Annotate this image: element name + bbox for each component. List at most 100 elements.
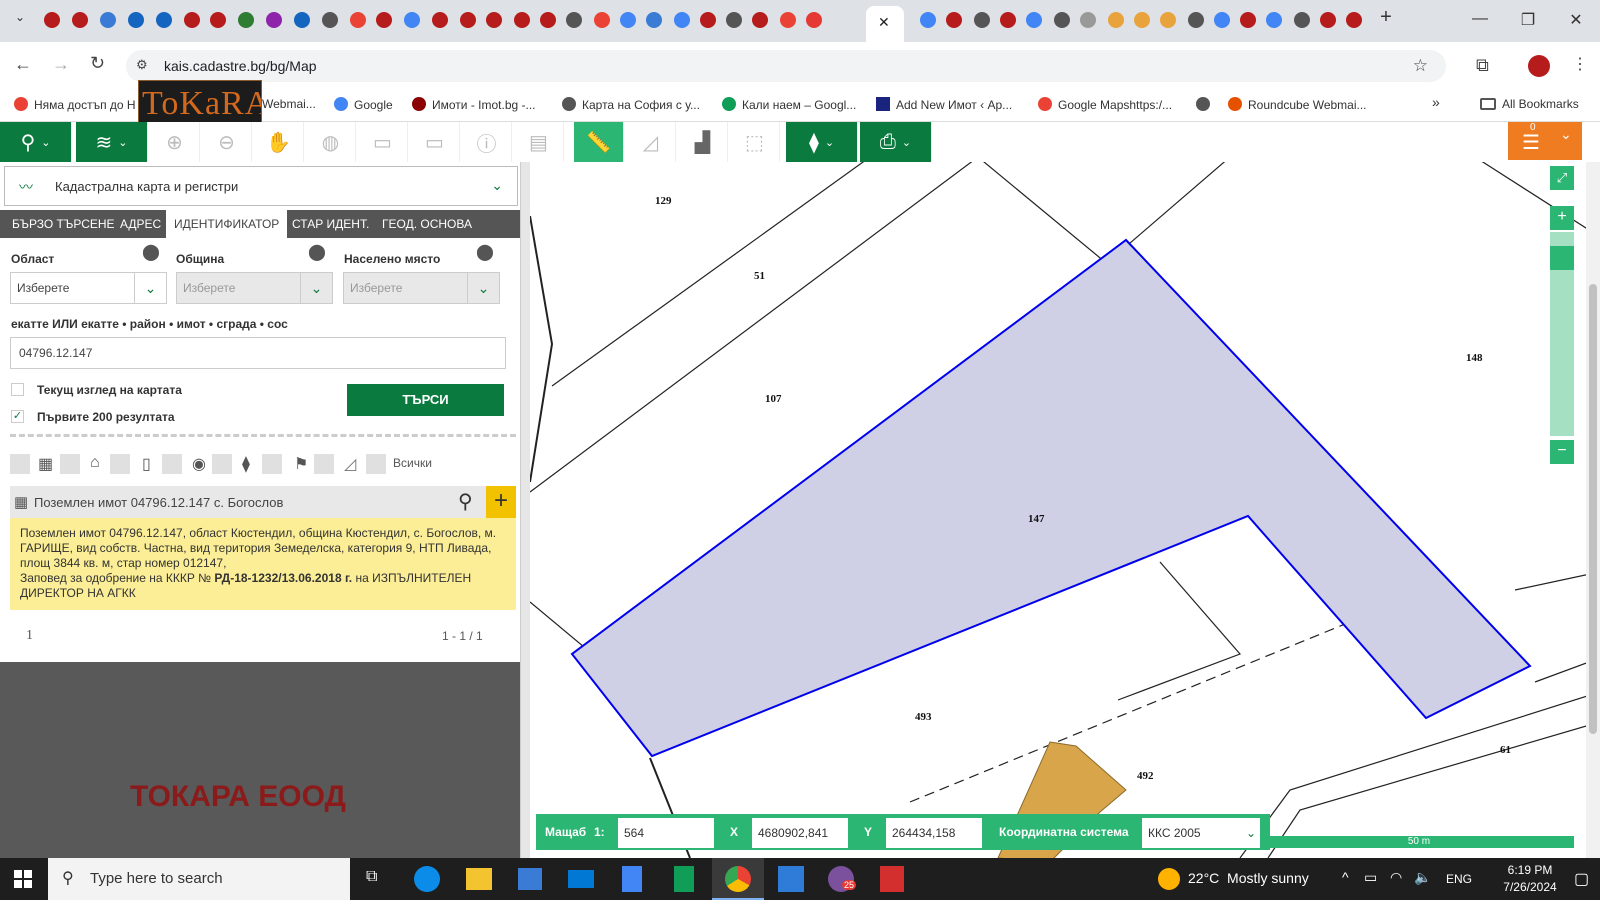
- tab-favicon-icon[interactable]: [946, 12, 962, 28]
- area-measure-icon[interactable]: ◿: [626, 122, 676, 162]
- bookmark-item[interactable]: Google Mapshttps:/...: [1038, 97, 1172, 112]
- tray-chevron-icon[interactable]: ^: [1342, 869, 1349, 885]
- cadastral-map[interactable]: 129 51 107 148 147 493 492 61 53 ⤢ + −: [530, 162, 1600, 858]
- back-icon[interactable]: ←: [14, 54, 32, 75]
- print-button[interactable]: ⎙ ⌄: [860, 122, 932, 162]
- fullscreen-icon[interactable]: ⤢: [1550, 166, 1574, 190]
- layers-tool-button[interactable]: ≋ ⌄: [76, 122, 148, 162]
- zoom-out-button[interactable]: −: [1550, 440, 1574, 464]
- forward-icon[interactable]: →: [52, 54, 70, 75]
- tab-favicon-icon[interactable]: [1000, 12, 1016, 28]
- zoom-out-icon[interactable]: ⊖: [202, 122, 252, 162]
- info-icon[interactable]: ⓘ: [462, 122, 512, 162]
- language-indicator[interactable]: ENG: [1446, 872, 1472, 886]
- bookmark-item[interactable]: Кали наем – Googl...: [722, 97, 856, 112]
- tab-favicon-icon[interactable]: [514, 12, 530, 28]
- map-canvas[interactable]: 129 51 107 148 147 493 492 61 53: [530, 162, 1600, 858]
- municipality-select[interactable]: Изберете ⌄: [176, 272, 333, 304]
- file-explorer-icon[interactable]: [466, 868, 492, 890]
- address-bar[interactable]: ⚙ ☆: [126, 50, 1446, 82]
- tab-favicon-icon[interactable]: [1160, 12, 1176, 28]
- filter-checkbox[interactable]: [366, 454, 386, 474]
- tab-favicon-icon[interactable]: [674, 12, 690, 28]
- zoom-in-icon[interactable]: ⊕: [150, 122, 200, 162]
- tab-favicon-icon[interactable]: [594, 12, 610, 28]
- all-bookmarks[interactable]: All Bookmarks: [1480, 97, 1579, 111]
- photos-icon[interactable]: [778, 866, 804, 892]
- filter-checkbox[interactable]: [10, 454, 30, 474]
- bookmark-item[interactable]: Имоти - Imot.bg -...: [412, 97, 536, 112]
- clock-time[interactable]: 6:19 PM: [1500, 863, 1560, 877]
- tab-favicon-icon[interactable]: [540, 12, 556, 28]
- bookmark-star-icon[interactable]: ☆: [1413, 56, 1428, 76]
- tab-favicon-icon[interactable]: [404, 12, 420, 28]
- clock-date[interactable]: 7/26/2024: [1490, 880, 1570, 894]
- panel-splitter[interactable]: [520, 162, 530, 858]
- legend-icon[interactable]: ▤: [514, 122, 564, 162]
- tab-favicon-icon[interactable]: [1214, 12, 1230, 28]
- viber-icon[interactable]: 25: [828, 866, 857, 892]
- tab-favicon-icon[interactable]: [700, 12, 716, 28]
- tab-search-icon[interactable]: ⌄: [10, 10, 30, 24]
- site-info-icon[interactable]: ⚙: [136, 57, 148, 73]
- tab-favicon-icon[interactable]: [1294, 12, 1310, 28]
- tab-favicon-icon[interactable]: [486, 12, 502, 28]
- zoom-slider-handle[interactable]: [1550, 246, 1574, 270]
- word-docs-icon[interactable]: [622, 866, 642, 892]
- bookmark-item[interactable]: Webmai...: [262, 97, 316, 111]
- tab-favicon-icon[interactable]: [1240, 12, 1256, 28]
- store-icon[interactable]: [518, 868, 542, 890]
- browser-menu-icon[interactable]: ⋮: [1572, 54, 1588, 74]
- zoom-in-button[interactable]: +: [1550, 206, 1574, 230]
- search-button[interactable]: ТЪРСИ: [347, 384, 504, 416]
- tab-favicon-icon[interactable]: [1108, 12, 1124, 28]
- bookmark-item[interactable]: Add New Имот ‹ Ар...: [876, 97, 1012, 112]
- bookmark-item[interactable]: Google: [334, 97, 393, 112]
- next-extent-icon[interactable]: ▭: [410, 122, 460, 162]
- panel-header[interactable]: 〰 Кадастрална карта и регистри ⌄: [4, 166, 518, 206]
- select-rectangle-icon[interactable]: ⬚: [730, 122, 780, 162]
- volume-icon[interactable]: 🔈: [1414, 869, 1431, 886]
- location-pin-icon[interactable]: ⬤: [142, 242, 160, 262]
- filter-checkbox[interactable]: [110, 454, 130, 474]
- minimize-button[interactable]: —: [1470, 10, 1490, 28]
- close-window-button[interactable]: ✕: [1566, 10, 1586, 30]
- bookmark-item[interactable]: [1196, 97, 1216, 112]
- tab-favicon-icon[interactable]: [646, 12, 662, 28]
- url-text[interactable]: kais.cadastre.bg/bg/Map: [164, 58, 317, 74]
- bookmark-item[interactable]: Карта на София с у...: [562, 97, 700, 112]
- tab-geod-base[interactable]: ГЕОД. ОСНОВА: [374, 210, 480, 238]
- tab-favicon-icon[interactable]: [1080, 12, 1096, 28]
- search-tool-button[interactable]: ⚲ ⌄: [0, 122, 72, 162]
- network-icon[interactable]: ▭: [1364, 869, 1377, 886]
- tab-favicon-icon[interactable]: [460, 12, 476, 28]
- tab-quick-search[interactable]: БЪРЗО ТЪРСЕНЕ: [4, 210, 123, 238]
- weather-icon[interactable]: [1158, 868, 1180, 890]
- zoom-to-result-icon[interactable]: ⚲: [458, 489, 473, 514]
- tab-favicon-icon[interactable]: [806, 12, 822, 28]
- tab-favicon-icon[interactable]: [432, 12, 448, 28]
- tab-favicon-icon[interactable]: [322, 12, 338, 28]
- tab-favicon-icon[interactable]: [128, 12, 144, 28]
- tab-favicon-icon[interactable]: [1188, 12, 1204, 28]
- print-area-icon[interactable]: ▟: [678, 122, 728, 162]
- scrollbar-thumb[interactable]: [1589, 284, 1597, 734]
- sheets-icon[interactable]: [674, 866, 694, 892]
- selected-parcel-147[interactable]: [570, 238, 1532, 758]
- tab-favicon-icon[interactable]: [1346, 12, 1362, 28]
- tab-favicon-icon[interactable]: [266, 12, 282, 28]
- chrome-icon[interactable]: [712, 858, 764, 900]
- tab-favicon-icon[interactable]: [156, 12, 172, 28]
- windows-start-icon[interactable]: [14, 870, 32, 888]
- tab-favicon-icon[interactable]: [184, 12, 200, 28]
- globe-icon[interactable]: ◍: [306, 122, 356, 162]
- page-number-link[interactable]: 1: [26, 628, 33, 644]
- tab-favicon-icon[interactable]: [620, 12, 636, 28]
- tab-favicon-icon[interactable]: [726, 12, 742, 28]
- bookmark-item[interactable]: Няма достъп до Н: [14, 97, 136, 112]
- tab-address[interactable]: АДРЕС: [112, 210, 169, 238]
- crs-select[interactable]: ККС 2005 ⌄: [1142, 818, 1260, 848]
- extensions-icon[interactable]: ⧉: [1476, 55, 1489, 76]
- tab-favicon-icon[interactable]: [376, 12, 392, 28]
- location-pin-icon[interactable]: ⬤: [476, 242, 494, 262]
